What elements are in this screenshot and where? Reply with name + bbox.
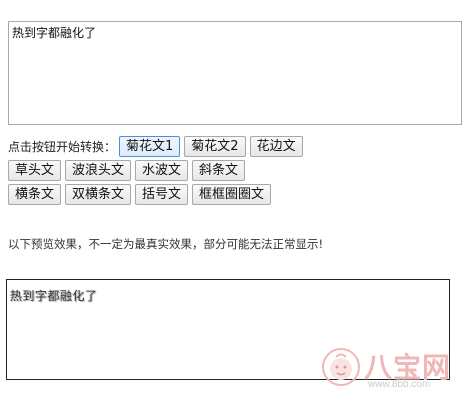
shuibo-wen-button[interactable]: 水波文 [135,160,189,181]
button-row-2: 草头文 波浪头文 水波文 斜条文 [8,160,249,181]
button-row-3: 横条文 双横条文 括号文 框框圈圈文 [8,184,275,205]
juhua-wen-2-button[interactable]: 菊花文2 [184,136,246,157]
convert-prompt-label: 点击按钮开始转换： [8,140,117,154]
watermark-url: www.8bb.com [368,379,431,390]
hengtiao-wen-button[interactable]: 横条文 [8,184,62,205]
text-input-area[interactable]: 热到字都融化了 [8,21,462,125]
xietiao-wen-button[interactable]: 斜条文 [192,160,246,181]
watermark: 八宝网 www.8bb.com [320,346,456,392]
kuohao-wen-button[interactable]: 括号文 [135,184,189,205]
button-row-1: 点击按钮开始转换： 菊花文1 菊花文2 花边文 [8,136,307,157]
bolangtou-wen-button[interactable]: 波浪头文 [65,160,132,181]
preview-note: 以下预览效果，不一定为最真实效果，部分可能无法正常显示! [8,237,324,251]
caotou-wen-button[interactable]: 草头文 [8,160,62,181]
juhua-wen-1-button[interactable]: 菊花文1 [119,136,181,157]
huabian-wen-button[interactable]: 花边文 [249,136,303,157]
kuangkuang-quanquan-wen-button[interactable]: 框框圈圈文 [192,184,272,205]
shuanghengtiao-wen-button[interactable]: 双横条文 [65,184,132,205]
preview-text: 热到字都融化了 [10,289,98,303]
baby-face-icon [322,348,360,386]
